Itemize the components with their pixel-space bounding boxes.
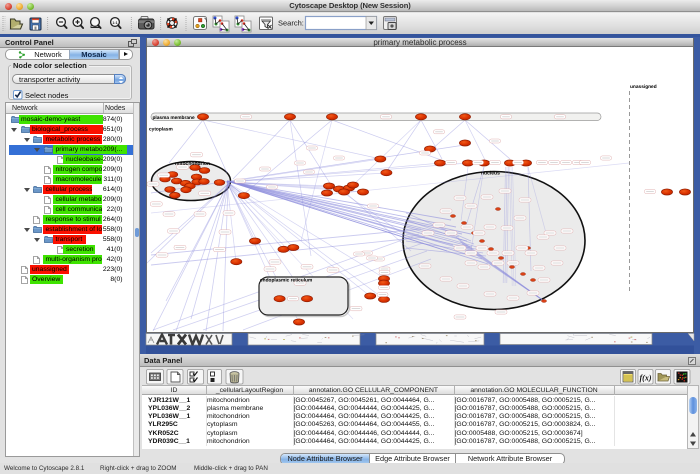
svg-text:Search:: Search: bbox=[278, 19, 304, 28]
svg-text:nucleus: nucleus bbox=[481, 170, 500, 176]
svg-text:plasma membrane: plasma membrane bbox=[153, 114, 195, 120]
svg-text:cytoplasm: cytoplasm bbox=[149, 126, 173, 132]
svg-text:endoplasmic reticulum: endoplasmic reticulum bbox=[260, 277, 312, 283]
svg-text:1:1: 1:1 bbox=[112, 21, 117, 25]
svg-text:f(x): f(x) bbox=[640, 374, 652, 383]
svg-text:unassigned: unassigned bbox=[630, 84, 657, 90]
svg-text:mitochondrion: mitochondrion bbox=[175, 161, 210, 167]
